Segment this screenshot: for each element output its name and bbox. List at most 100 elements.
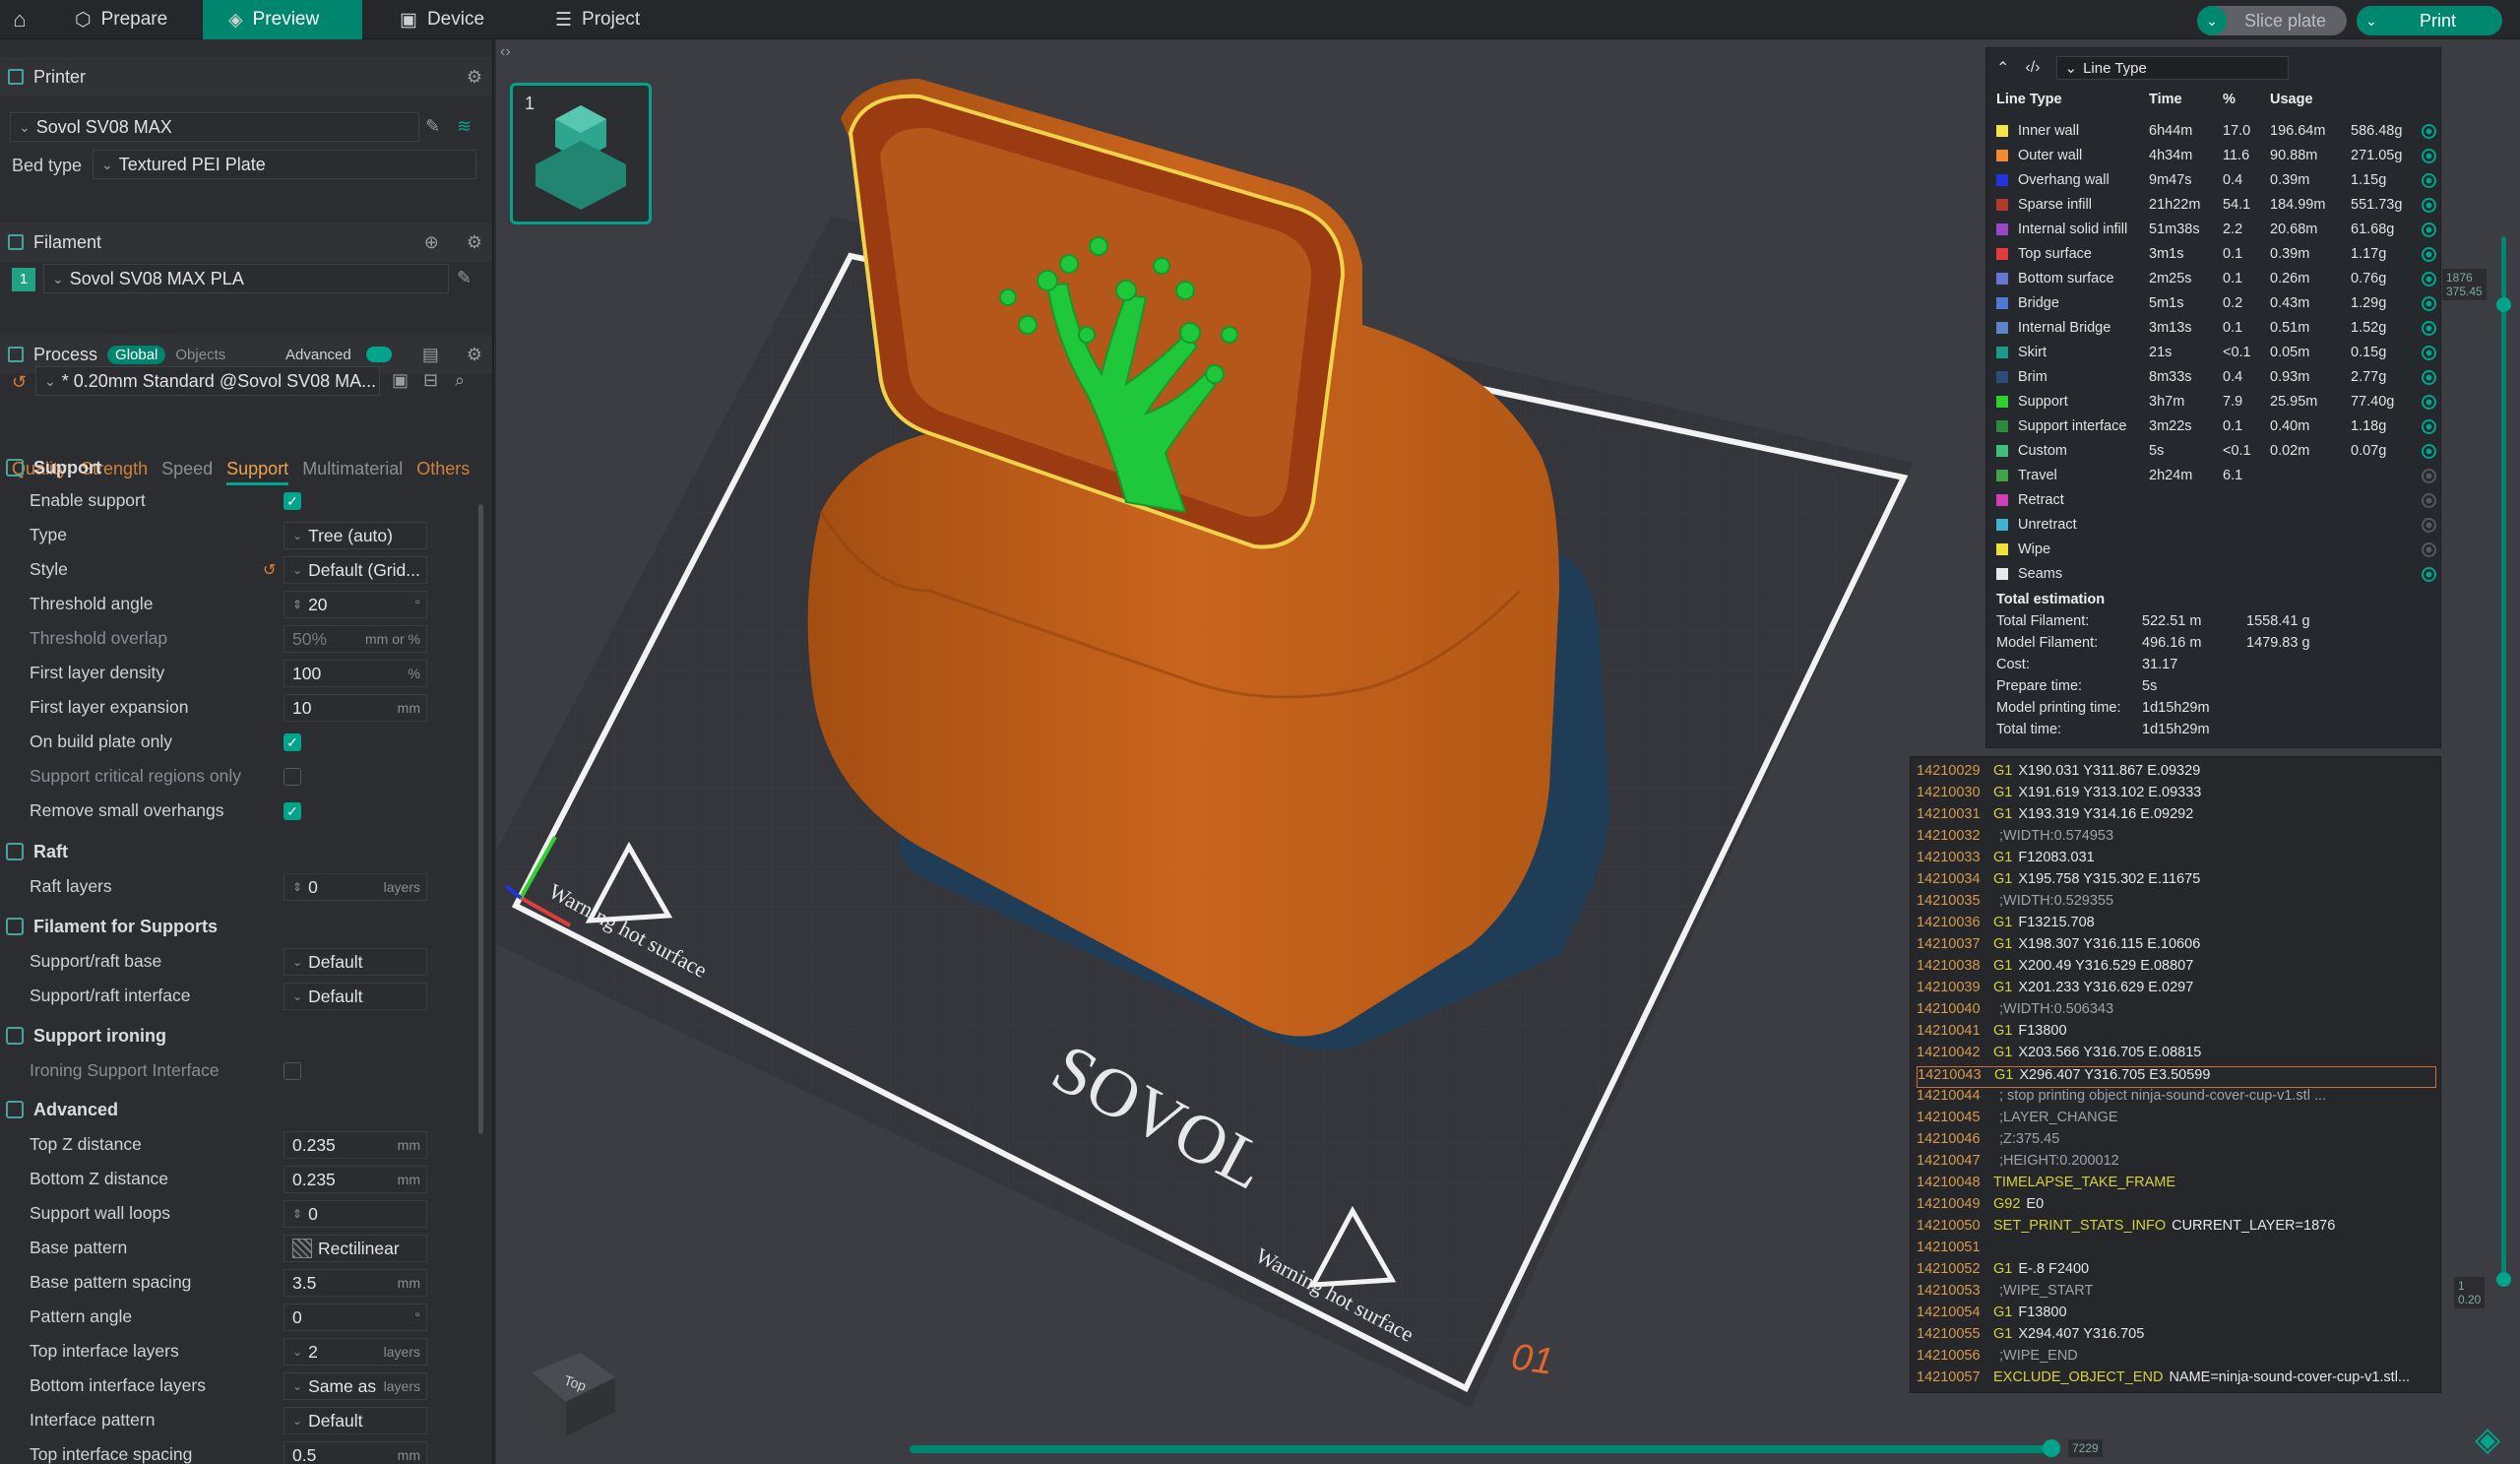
threshold-overlap-input[interactable]: 50% mm or % <box>284 625 427 653</box>
filament-slot-badge[interactable]: 1 <box>12 268 35 291</box>
eye-icon[interactable] <box>2422 444 2436 459</box>
tab-project[interactable]: ☰ Project <box>530 0 665 39</box>
gcode-line[interactable]: 14210037 G1 X198.307 Y316.115 E.10606 <box>1917 936 2436 958</box>
support-base-select[interactable]: ⌄ Default <box>284 948 427 976</box>
sidebar-scrollbar[interactable] <box>478 504 483 1134</box>
gcode-line[interactable]: 14210049 G92 E0 <box>1917 1196 2436 1218</box>
eye-icon[interactable] <box>2422 223 2436 237</box>
interface-pattern-select[interactable]: ⌄ Default <box>284 1407 427 1434</box>
gcode-line[interactable]: 14210042 G1 X203.566 Y316.705 E.08815 <box>1917 1045 2436 1066</box>
support-style-select[interactable]: ⌄ Default (Grid... <box>284 556 427 584</box>
edit-icon[interactable]: ✎ <box>457 268 472 288</box>
eye-icon[interactable] <box>2422 395 2436 410</box>
print-button[interactable]: ⌄ Print <box>2357 6 2502 35</box>
eye-icon[interactable] <box>2422 321 2436 336</box>
printer-select[interactable]: ⌄ Sovol SV08 MAX <box>10 112 419 142</box>
eye-icon[interactable] <box>2422 198 2436 213</box>
eye-icon[interactable] <box>2422 542 2436 557</box>
add-filament-icon[interactable]: ⊕ <box>424 232 439 253</box>
gcode-line[interactable]: 14210054 G1 F13800 <box>1917 1305 2436 1326</box>
layers-icon[interactable]: ◈ <box>2475 1420 2500 1459</box>
home-icon[interactable]: ⌂ <box>6 6 33 33</box>
threshold-angle-input[interactable]: ⇕ 20 ° <box>284 591 427 618</box>
view-cube[interactable]: Top <box>522 1333 620 1441</box>
minus-icon[interactable]: ⊟ <box>423 370 438 391</box>
tab-prepare[interactable]: ⬡ Prepare <box>49 0 193 39</box>
layer-slider-top-handle[interactable] <box>2496 297 2511 312</box>
process-preset-select[interactable]: ⌄ * 0.20mm Standard @Sovol SV08 MA... <box>35 366 380 396</box>
move-slider-handle[interactable] <box>2043 1439 2060 1457</box>
chevron-down-icon[interactable]: ⌄ <box>2357 6 2386 35</box>
global-toggle[interactable]: Global <box>107 345 166 364</box>
gcode-line[interactable]: 14210045 ;LAYER_CHANGE <box>1917 1110 2436 1131</box>
move-slider[interactable] <box>910 1445 2059 1453</box>
eye-icon[interactable] <box>2422 469 2436 483</box>
gcode-line[interactable]: 14210050 SET_PRINT_STATS_INFO CURRENT_LAYE… <box>1917 1218 2436 1240</box>
layer-slider-bottom-handle[interactable] <box>2496 1272 2511 1287</box>
spin-icon[interactable]: ⇕ <box>292 1207 302 1221</box>
top-interface-layers-select[interactable]: ⌄ 2 layers <box>284 1338 427 1366</box>
spin-icon[interactable]: ⇕ <box>292 880 302 894</box>
objects-toggle[interactable]: Objects <box>175 347 225 363</box>
eye-icon[interactable] <box>2422 272 2436 286</box>
gcode-line[interactable]: 14210029 G1 X190.031 Y311.867 E.09329 <box>1917 763 2436 785</box>
support-interface-select[interactable]: ⌄ Default <box>284 983 427 1010</box>
first-layer-expansion-input[interactable]: 10 mm <box>284 694 427 722</box>
advanced-toggle[interactable] <box>366 347 392 362</box>
search-icon[interactable]: ⌕ <box>455 370 465 391</box>
critical-regions-checkbox[interactable] <box>284 768 301 786</box>
filament-select[interactable]: ⌄ Sovol SV08 MAX PLA <box>43 264 449 293</box>
gcode-line[interactable]: 14210052 G1 E-.8 F2400 <box>1917 1261 2436 1283</box>
eye-icon[interactable] <box>2422 149 2436 163</box>
wall-loops-input[interactable]: ⇕ 0 <box>284 1200 427 1228</box>
filament-settings-icon[interactable]: ⚙ <box>467 232 482 253</box>
plate-thumbnail[interactable]: 1 <box>510 83 652 224</box>
process-settings-icon[interactable]: ⚙ <box>467 345 482 365</box>
save-icon[interactable]: ▣ <box>392 370 409 391</box>
gcode-line[interactable]: 14210030 G1 X191.619 Y313.102 E.09333 <box>1917 785 2436 806</box>
gcode-line[interactable]: 14210055 G1 X294.407 Y316.705 <box>1917 1326 2436 1348</box>
gcode-line[interactable]: 14210046 ;Z:375.45 <box>1917 1131 2436 1153</box>
eye-icon[interactable] <box>2422 247 2436 262</box>
compare-icon[interactable]: ▤ <box>422 345 439 365</box>
gcode-line[interactable]: 14210033 G1 F12083.031 <box>1917 850 2436 871</box>
base-pattern-select[interactable]: Rectilinear <box>284 1235 427 1262</box>
remove-small-overhangs-checkbox[interactable]: ✓ <box>284 802 301 820</box>
eye-icon[interactable] <box>2422 370 2436 385</box>
gcode-line[interactable]: 14210040 ;WIDTH:0.506343 <box>1917 1001 2436 1023</box>
top-z-input[interactable]: 0.235 mm <box>284 1131 427 1159</box>
eye-icon[interactable] <box>2422 518 2436 533</box>
printer-settings-icon[interactable]: ⚙ <box>467 67 482 88</box>
undo-icon[interactable]: ↺ <box>12 372 27 393</box>
gcode-line[interactable]: 14210043 G1 X296.407 Y316.705 E3.50599 <box>1917 1066 2436 1088</box>
support-type-select[interactable]: ⌄ Tree (auto) <box>284 522 427 549</box>
collapse-panel-icon[interactable]: ‹› <box>500 43 524 67</box>
view-type-select[interactable]: ⌄ Line Type <box>2055 56 2289 80</box>
chevron-down-icon[interactable]: ⌄ <box>2197 6 2227 35</box>
edit-icon[interactable]: ✎ <box>425 116 440 137</box>
eye-icon[interactable] <box>2422 346 2436 360</box>
gcode-line[interactable]: 14210035 ;WIDTH:0.529355 <box>1917 893 2436 915</box>
gcode-line[interactable]: 14210032 ;WIDTH:0.574953 <box>1917 828 2436 850</box>
on-build-plate-checkbox[interactable]: ✓ <box>284 733 301 751</box>
bottom-z-input[interactable]: 0.235 mm <box>284 1166 427 1193</box>
eye-icon[interactable] <box>2422 124 2436 139</box>
enable-support-checkbox[interactable]: ✓ <box>284 492 301 510</box>
wifi-icon[interactable]: ≋ <box>457 116 472 137</box>
eye-icon[interactable] <box>2422 493 2436 508</box>
gcode-line[interactable]: 14210031 G1 X193.319 Y314.16 E.09292 <box>1917 806 2436 828</box>
ironing-support-checkbox[interactable] <box>284 1062 301 1080</box>
spin-icon[interactable]: ⇕ <box>292 598 302 611</box>
tab-preview[interactable]: ◈ Preview <box>203 0 362 39</box>
gcode-line[interactable]: 14210038 G1 X200.49 Y316.529 E.08807 <box>1917 958 2436 980</box>
top-interface-spacing-input[interactable]: 0.5 mm <box>284 1441 427 1464</box>
bottom-interface-layers-select[interactable]: ⌄ Same as layers <box>284 1372 427 1400</box>
pattern-angle-input[interactable]: 0 ° <box>284 1304 427 1331</box>
gcode-line[interactable]: 14210044; stop printing object ninja-sou… <box>1917 1088 2436 1110</box>
reset-icon[interactable]: ↺ <box>263 560 276 580</box>
code-icon[interactable]: ‹/› <box>2025 59 2040 77</box>
gcode-line[interactable]: 14210056 ;WIPE_END <box>1917 1348 2436 1369</box>
collapse-icon[interactable]: ⌃ <box>1996 58 2009 78</box>
eye-icon[interactable] <box>2422 296 2436 311</box>
eye-icon[interactable] <box>2422 173 2436 188</box>
